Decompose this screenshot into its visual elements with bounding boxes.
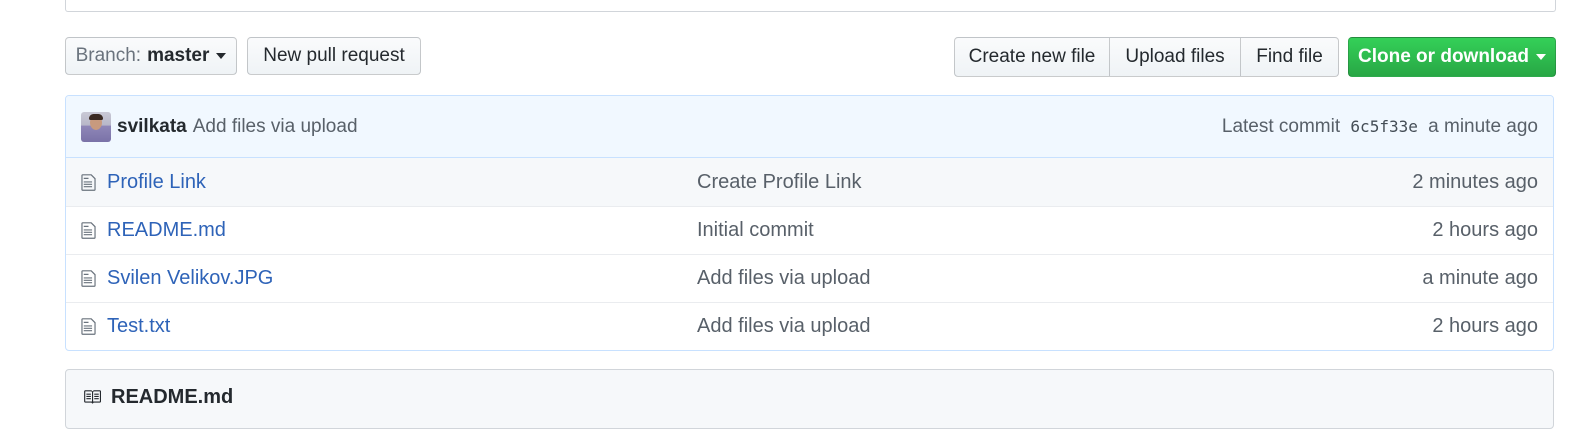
previous-panel-bottom	[65, 0, 1556, 12]
file-commit-message[interactable]: Add files via upload	[697, 315, 870, 338]
file-icon	[81, 173, 96, 191]
branch-label: Branch:	[75, 45, 142, 66]
file-commit-message[interactable]: Create Profile Link	[697, 171, 862, 194]
clone-or-download-button[interactable]: Clone or download	[1348, 37, 1556, 77]
commit-sha-link[interactable]: 6c5f33e	[1350, 117, 1417, 136]
readme-title[interactable]: README.md	[111, 386, 233, 409]
file-name-link[interactable]: README.md	[107, 219, 697, 242]
create-new-file-button[interactable]: Create new file	[954, 37, 1110, 77]
table-row: Svilen Velikov.JPG Add files via upload …	[66, 254, 1553, 302]
file-icon	[81, 318, 96, 335]
file-commit-message[interactable]: Initial commit	[697, 219, 814, 242]
branch-name: master	[147, 45, 210, 66]
latest-commit-bar: svilkata Add files via upload Latest com…	[66, 96, 1553, 158]
file-name-link[interactable]: Test.txt	[107, 315, 697, 338]
chevron-down-icon	[1536, 54, 1546, 60]
file-table: svilkata Add files via upload Latest com…	[65, 95, 1554, 351]
chevron-down-icon	[216, 53, 227, 59]
file-name-link[interactable]: Svilen Velikov.JPG	[107, 267, 697, 290]
new-pull-request-button[interactable]: New pull request	[247, 37, 421, 75]
find-file-button[interactable]: Find file	[1241, 37, 1339, 77]
latest-commit-info: Latest commit 6c5f33e a minute ago	[1222, 116, 1538, 138]
branch-select-button[interactable]: Branch: master	[65, 37, 237, 75]
table-row: Test.txt Add files via upload 2 hours ag…	[66, 302, 1553, 350]
file-age: 2 hours ago	[1432, 315, 1538, 337]
file-commit-message[interactable]: Add files via upload	[697, 267, 870, 290]
file-icon	[81, 270, 96, 287]
latest-commit-label: Latest commit	[1221, 115, 1341, 137]
commit-author-link[interactable]: svilkata	[117, 116, 187, 138]
avatar[interactable]	[81, 111, 111, 142]
commit-message-link[interactable]: Add files via upload	[193, 116, 358, 138]
file-age: 2 minutes ago	[1412, 170, 1538, 193]
readme-header: README.md	[65, 369, 1554, 429]
file-icon	[81, 222, 96, 239]
book-icon	[84, 390, 101, 404]
table-row: README.md Initial commit 2 hours ago	[66, 206, 1553, 254]
table-row: Profile Link Create Profile Link 2 minut…	[66, 158, 1553, 206]
commit-age: a minute ago	[1428, 115, 1538, 137]
file-name-link[interactable]: Profile Link	[107, 171, 697, 194]
clone-label: Clone or download	[1358, 46, 1529, 67]
upload-files-button[interactable]: Upload files	[1110, 37, 1241, 77]
file-actions-group: Create new file Upload files Find file	[954, 37, 1339, 77]
file-age: 2 hours ago	[1432, 219, 1538, 241]
file-age: a minute ago	[1422, 267, 1538, 289]
